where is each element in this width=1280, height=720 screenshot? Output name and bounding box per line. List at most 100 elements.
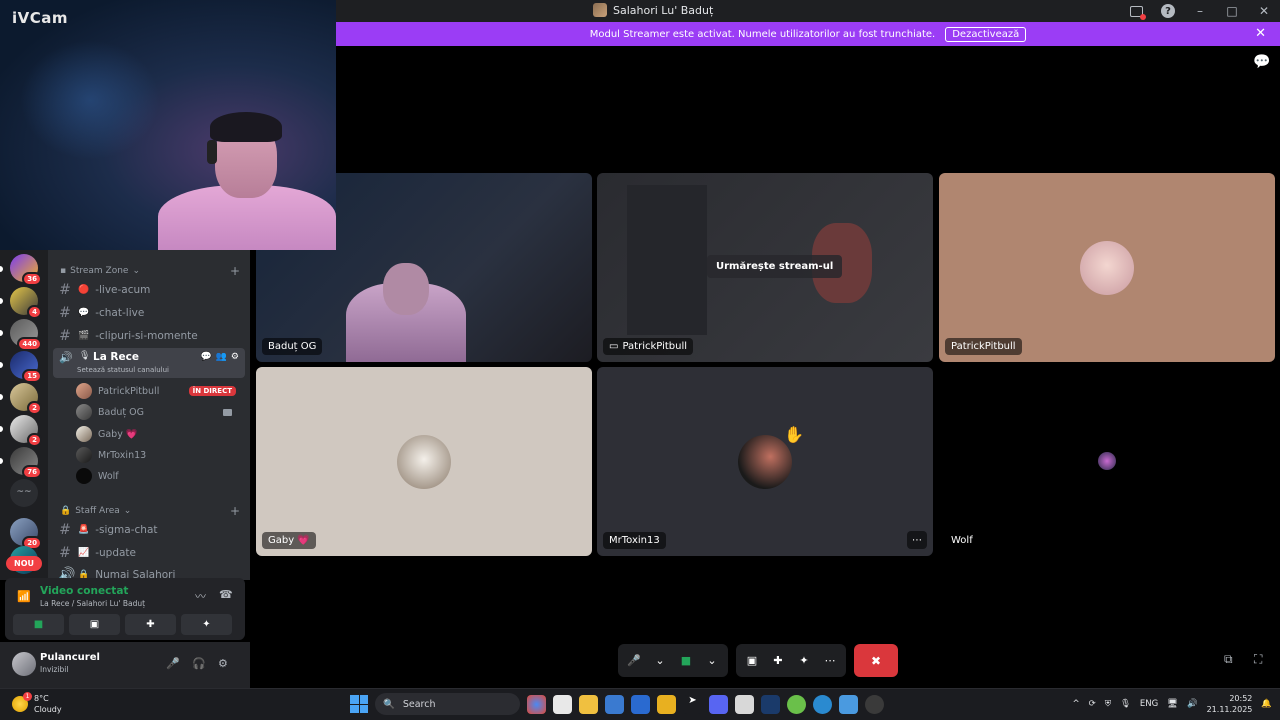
channel-status[interactable]: Setează statusul canalului bbox=[77, 366, 169, 374]
channel-label: -update bbox=[95, 547, 137, 559]
add-channel-icon[interactable]: + bbox=[230, 504, 240, 518]
server-icon-2[interactable]: 4 bbox=[10, 287, 42, 319]
cursor-app-icon[interactable]: ➤ bbox=[683, 694, 702, 714]
microphone-icon[interactable]: 🎤 bbox=[624, 651, 644, 671]
capcut-icon[interactable] bbox=[553, 694, 572, 714]
avatar[interactable] bbox=[12, 652, 36, 676]
obs-icon[interactable] bbox=[865, 694, 884, 714]
camera-icon[interactable]: ■ bbox=[676, 651, 696, 671]
inbox-button[interactable] bbox=[1120, 0, 1152, 22]
channel-sigma-chat[interactable]: # 🚨 -sigma-chat bbox=[58, 520, 242, 540]
signal-icon[interactable]: 📶 bbox=[17, 590, 31, 603]
banner-close-icon[interactable]: ✕ bbox=[1255, 26, 1266, 41]
maximize-button[interactable]: □ bbox=[1216, 0, 1248, 22]
voice-user-badut[interactable]: Baduț OG bbox=[76, 402, 242, 422]
server-icon-4[interactable]: 15 bbox=[10, 351, 42, 383]
channel-chat-live[interactable]: # 💬 -chat-live bbox=[58, 303, 242, 323]
video-tile-wolf[interactable]: Wolf bbox=[939, 367, 1275, 556]
watch-stream-button[interactable]: Urmărește stream-ul bbox=[707, 255, 843, 278]
soundboard-icon[interactable]: ✦ bbox=[794, 651, 814, 671]
file-explorer-icon[interactable] bbox=[579, 694, 598, 714]
disconnect-button[interactable]: ✖ bbox=[854, 644, 898, 677]
chevron-down-icon[interactable]: ⌄ bbox=[702, 651, 722, 671]
server-icon-1[interactable]: 36 bbox=[10, 254, 42, 286]
notification-icon[interactable]: 🔔 bbox=[1261, 699, 1272, 709]
voice-channel-la-rece[interactable]: 🔊 🎙 La Rece Setează statusul canalului 💬… bbox=[53, 348, 245, 378]
server-icon-6[interactable]: 2 bbox=[10, 415, 42, 447]
video-tile-mrtoxin[interactable]: ✋ MrToxin13 ⋯ bbox=[597, 367, 933, 556]
microphone-tray-icon[interactable]: 🎙 bbox=[1120, 699, 1131, 709]
chrome-icon[interactable] bbox=[527, 694, 546, 714]
voice-user-mrtoxin[interactable]: MrToxin13 bbox=[76, 445, 242, 465]
noise-suppression-icon[interactable]: 〰 bbox=[195, 588, 206, 604]
android-icon[interactable] bbox=[787, 694, 806, 714]
help-button[interactable]: ? bbox=[1152, 0, 1184, 22]
rockstar-icon[interactable] bbox=[657, 694, 676, 714]
voice-user-wolf[interactable]: Wolf bbox=[76, 466, 242, 486]
fullscreen-icon[interactable]: ⛶ bbox=[1254, 652, 1262, 667]
soundboard-button[interactable]: ✦ bbox=[181, 614, 232, 635]
steam-icon[interactable] bbox=[761, 694, 780, 714]
video-tile-patrick[interactable]: PatrickPitbull bbox=[939, 173, 1275, 362]
server-icon-5[interactable]: 2 bbox=[10, 383, 42, 415]
chat-icon[interactable]: 💬 bbox=[200, 352, 211, 362]
unread-pill bbox=[0, 266, 3, 272]
webcam-overlay[interactable]: iVCam bbox=[0, 0, 336, 250]
chevron-up-icon[interactable]: ^ bbox=[1072, 699, 1079, 709]
category-stream-zone[interactable]: ▪ Stream Zone ⌄ + bbox=[60, 264, 240, 278]
voice-user-gaby[interactable]: Gaby 💗 bbox=[76, 424, 242, 444]
weather-widget[interactable]: 8°C Cloudy bbox=[12, 692, 62, 715]
channel-update[interactable]: # 📈 -update bbox=[58, 543, 242, 563]
category-staff-area[interactable]: 🔒 Staff Area ⌄ + bbox=[60, 504, 240, 518]
close-window-button[interactable]: ✕ bbox=[1248, 0, 1280, 22]
chat-bubble-icon[interactable]: 💬 bbox=[1253, 54, 1270, 70]
server-icon-3[interactable]: 440 bbox=[10, 319, 42, 351]
discord-icon[interactable] bbox=[709, 694, 728, 714]
tray-app-icon[interactable]: ⛨ bbox=[1105, 699, 1111, 709]
add-user-icon[interactable]: 👥 bbox=[216, 352, 227, 362]
disable-streamer-button[interactable]: Dezactivează bbox=[945, 26, 1027, 42]
video-tile-patrick-stream[interactable]: Urmărește stream-ul ▭ PatrickPitbull bbox=[597, 173, 933, 362]
username[interactable]: Pulancurel bbox=[40, 652, 100, 663]
vpn-icon[interactable] bbox=[839, 694, 858, 714]
server-icon-9[interactable]: 20 bbox=[10, 518, 42, 550]
windows-start-icon[interactable] bbox=[350, 695, 368, 713]
gear-icon[interactable]: ⚙ bbox=[231, 352, 239, 362]
channel-clipuri[interactable]: # 🎬 -clipuri-si-momente bbox=[58, 326, 242, 346]
video-tile-gaby[interactable]: Gaby 💗 bbox=[256, 367, 592, 556]
language-indicator[interactable]: ENG bbox=[1140, 699, 1158, 709]
clipboard-icon[interactable] bbox=[735, 694, 754, 714]
gear-icon[interactable]: ⚙ bbox=[218, 657, 228, 670]
voice-user-label: PatrickPitbull bbox=[98, 385, 160, 397]
app-icon-blue[interactable] bbox=[813, 694, 832, 714]
volume-icon[interactable]: 🔊 bbox=[1187, 699, 1198, 709]
voice-user-patrick[interactable]: PatrickPitbull ÎN DIRECT bbox=[76, 381, 242, 401]
screen-share-icon[interactable]: ▣ bbox=[742, 651, 762, 671]
activities-button[interactable]: ✚ bbox=[125, 614, 176, 635]
chevron-down-icon[interactable]: ⌄ bbox=[650, 651, 670, 671]
server-icon-7[interactable]: 76 bbox=[10, 447, 42, 479]
taskbar-search[interactable]: 🔍 Search bbox=[375, 693, 520, 715]
more-options-icon[interactable]: ⋯ bbox=[907, 531, 927, 549]
microphone-icon[interactable]: 🎤 bbox=[166, 657, 180, 670]
disconnect-icon[interactable]: ☎ bbox=[219, 588, 233, 601]
minimize-button[interactable]: – bbox=[1184, 0, 1216, 22]
screen-share-button[interactable]: ▣ bbox=[69, 614, 120, 635]
store-icon[interactable] bbox=[631, 694, 650, 714]
sync-icon[interactable]: ⟳ bbox=[1089, 699, 1096, 709]
server-icon-8[interactable]: ~~ bbox=[10, 479, 38, 507]
popout-icon[interactable]: ⧉ bbox=[1224, 652, 1233, 667]
new-badge: NOU bbox=[6, 556, 42, 571]
webcam-person-cap bbox=[210, 112, 282, 142]
channel-live-acum[interactable]: # 🔴 -live-acum bbox=[58, 280, 242, 300]
hash-icon: # bbox=[59, 522, 71, 538]
network-icon[interactable]: 🖥 bbox=[1167, 699, 1178, 709]
headphones-icon[interactable]: 🎧 bbox=[192, 657, 206, 670]
voice-status-channel[interactable]: La Rece / Salahori Lu' Baduț bbox=[40, 599, 145, 608]
outlook-icon[interactable] bbox=[605, 694, 624, 714]
clock[interactable]: 20:52 21.11.2025 bbox=[1207, 693, 1253, 715]
activities-icon[interactable]: ✚ bbox=[768, 651, 788, 671]
camera-button[interactable]: ■ bbox=[13, 614, 64, 635]
add-channel-icon[interactable]: + bbox=[230, 264, 240, 278]
more-icon[interactable]: ⋯ bbox=[820, 651, 840, 671]
